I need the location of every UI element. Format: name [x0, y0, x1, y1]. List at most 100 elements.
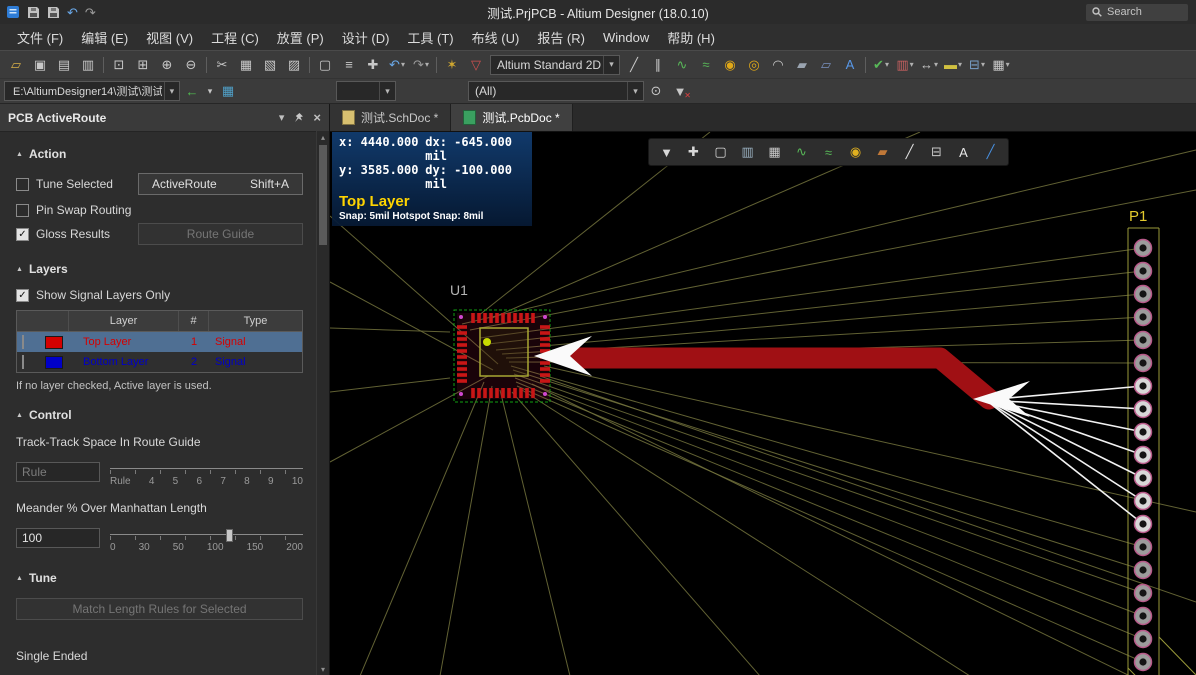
panel-menu-icon[interactable]: ▾	[279, 111, 285, 124]
menu-item[interactable]: 工具 (T)	[398, 28, 462, 47]
drc-icon[interactable]: ▽	[464, 54, 488, 76]
toolbar-icon[interactable]	[206, 57, 207, 73]
menu-item[interactable]: 设计 (D)	[333, 28, 399, 47]
view-style-combo[interactable]: Altium Standard 2D ▾	[490, 55, 620, 75]
save-icon[interactable]: ▣	[28, 54, 52, 76]
polygon-icon[interactable]: ▱	[814, 54, 838, 76]
slider-handle[interactable]	[226, 529, 233, 542]
layer-color-swatch[interactable]	[45, 336, 63, 349]
cross-probe-icon[interactable]: ✚	[361, 54, 385, 76]
menu-item[interactable]: 帮助 (H)	[658, 28, 724, 47]
menu-item[interactable]: 报告 (R)	[528, 28, 594, 47]
zoom-out-icon[interactable]: ⊖	[179, 54, 203, 76]
menu-item[interactable]: 视图 (V)	[137, 28, 202, 47]
arc-icon[interactable]: ◠	[766, 54, 790, 76]
panel-scrollbar[interactable]: ▴ ▾	[316, 131, 329, 675]
toolbar-icon[interactable]	[309, 57, 310, 73]
dropdown-arrow-icon[interactable]: ▾	[627, 82, 643, 100]
copper-icon[interactable]: ▰	[869, 141, 896, 164]
pin-swap-checkbox[interactable]	[16, 204, 29, 217]
undo-icon[interactable]: ↶	[385, 54, 409, 76]
filter-icon[interactable]: ▼	[653, 141, 680, 164]
panel-close-icon[interactable]: ×	[313, 110, 321, 125]
string-icon[interactable]: A	[838, 54, 862, 76]
dropdown-arrow-icon[interactable]: ▾	[164, 82, 179, 100]
zoom-in-icon[interactable]: ⊕	[155, 54, 179, 76]
route-style-icon[interactable]: ∿	[788, 141, 815, 164]
dropdown-arrow-icon[interactable]: ▾	[379, 82, 395, 100]
cross-select-icon[interactable]: ▦	[216, 80, 240, 102]
rule-slider[interactable]: Rule45678910	[110, 462, 303, 487]
search-input[interactable]: Search	[1086, 4, 1188, 21]
toolbar-icon[interactable]	[103, 57, 104, 73]
tune-selected-checkbox[interactable]	[16, 178, 29, 191]
clear-filter-icon[interactable]: ▼✕	[668, 80, 692, 102]
activeroute-button[interactable]: ActiveRoute Shift+A	[138, 173, 303, 195]
via-style-icon[interactable]: ◉	[842, 141, 869, 164]
scroll-down-icon[interactable]: ▾	[317, 663, 329, 675]
meander-slider[interactable]: 03050100150200	[110, 528, 303, 553]
pad-icon[interactable]: ◎	[742, 54, 766, 76]
menu-item[interactable]: 布线 (U)	[463, 28, 529, 47]
pin-icon[interactable]	[293, 112, 304, 123]
select-area-icon[interactable]: ▢	[313, 54, 337, 76]
show-signal-layers-checkbox[interactable]: ✓	[16, 289, 29, 302]
interactive-routing-icon[interactable]: ╱	[622, 54, 646, 76]
print-icon[interactable]: ▤	[52, 54, 76, 76]
open-document-icon[interactable]: ▱	[4, 54, 28, 76]
zoom-fit-icon[interactable]: ⊡	[107, 54, 131, 76]
menu-item[interactable]: 工程 (C)	[202, 28, 268, 47]
ruler-icon[interactable]: ▬	[941, 54, 965, 76]
redo-icon[interactable]: ↷	[409, 54, 433, 76]
layer-row[interactable]: Bottom Layer 2 Signal	[17, 352, 302, 372]
toolbar-icon[interactable]	[436, 57, 437, 73]
zoom-area-icon[interactable]: ⊞	[131, 54, 155, 76]
via-icon[interactable]: ◉	[718, 54, 742, 76]
toolbar-icon[interactable]	[865, 57, 866, 73]
fill-icon[interactable]: ▰	[790, 54, 814, 76]
dropdown-arrow-icon[interactable]: ▾	[603, 56, 619, 74]
document-path-input[interactable]	[11, 82, 164, 100]
paste-icon[interactable]: ▧	[258, 54, 282, 76]
undo-icon[interactable]: ↶	[67, 6, 78, 19]
layer-enable-checkbox[interactable]	[22, 355, 24, 369]
route-icon[interactable]: ╱	[977, 141, 1004, 164]
selection-icon[interactable]: ▢	[707, 141, 734, 164]
statistics-icon[interactable]: ▥	[734, 141, 761, 164]
copy-icon[interactable]: ▦	[234, 54, 258, 76]
pcb-canvas[interactable]: U1 P1 x: 4440.000dx: -645.000 mil y: 358…	[330, 132, 1196, 675]
route-guide-button[interactable]: Route Guide	[138, 223, 303, 245]
scroll-up-icon[interactable]: ▴	[317, 131, 329, 143]
section-header-layers[interactable]: ▲ Layers	[16, 262, 303, 276]
document-tab[interactable]: 测试.SchDoc *	[330, 104, 451, 131]
polygon-pour-icon[interactable]: ✔	[869, 54, 893, 76]
section-header-control[interactable]: ▲ Control	[16, 408, 303, 422]
grid-icon[interactable]: ▦	[761, 141, 788, 164]
document-tab[interactable]: 测试.PcbDoc *	[451, 104, 572, 131]
tune-diff-icon[interactable]: ≈	[694, 54, 718, 76]
measure-icon[interactable]: ⊟	[923, 141, 950, 164]
print-preview-icon[interactable]: ▥	[76, 54, 100, 76]
filter-combo[interactable]: ▾	[336, 81, 396, 101]
back-history-dropdown-icon[interactable]: ▾	[204, 80, 216, 102]
paste-array-icon[interactable]: ▨	[282, 54, 306, 76]
scope-combo[interactable]: (All) ▾	[468, 81, 644, 101]
menu-item[interactable]: 编辑 (E)	[72, 28, 137, 47]
cut-icon[interactable]: ✂	[210, 54, 234, 76]
save-all-icon[interactable]	[47, 6, 60, 19]
menu-item[interactable]: 文件 (F)	[8, 28, 72, 47]
redo-icon[interactable]: ↷	[85, 6, 96, 19]
dimension-icon[interactable]: ↔	[917, 54, 941, 76]
back-icon[interactable]: ←	[180, 80, 204, 102]
clearance-icon[interactable]: ╱	[896, 141, 923, 164]
grid-icon[interactable]: ▦	[989, 54, 1013, 76]
menu-item[interactable]: 放置 (P)	[268, 28, 333, 47]
layer-row[interactable]: Top Layer 1 Signal	[17, 332, 302, 352]
diff-pair-routing-icon[interactable]: ∥	[646, 54, 670, 76]
gloss-results-checkbox[interactable]: ✓	[16, 228, 29, 241]
meander-input[interactable]	[16, 528, 100, 548]
crosshair-icon[interactable]: ✚	[680, 141, 707, 164]
section-header-tune[interactable]: ▲ Tune	[16, 571, 303, 585]
save-icon[interactable]	[27, 6, 40, 19]
menu-item[interactable]: Window	[594, 30, 658, 45]
